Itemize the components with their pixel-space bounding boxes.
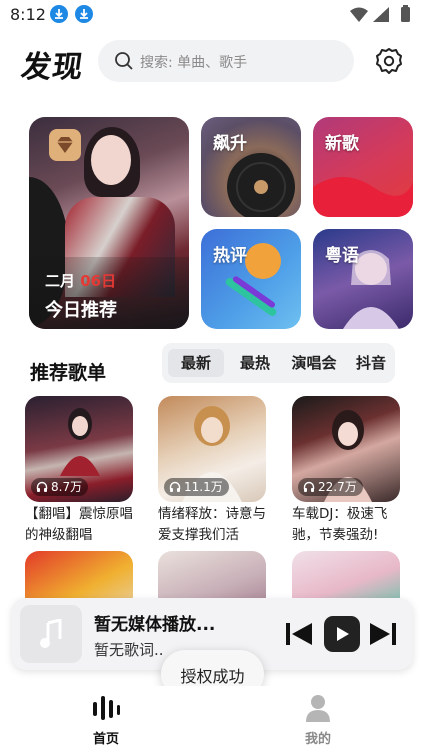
- download-notification-icon: [50, 5, 68, 23]
- nav-label: 我的: [304, 732, 331, 747]
- playlist-card[interactable]: 22.7万 车载DJ：极速飞驰，节奏强劲!: [292, 396, 400, 546]
- toast-text: 授权成功: [180, 667, 245, 686]
- headphones-icon: [169, 481, 181, 492]
- next-track-icon[interactable]: [368, 620, 398, 648]
- playlist-cover: 11.1万: [158, 396, 266, 502]
- nav-home[interactable]: 首页: [66, 690, 146, 750]
- tile-new-songs[interactable]: 新歌: [313, 117, 413, 217]
- download-notification-icon: [75, 5, 93, 23]
- person-icon: [306, 695, 330, 722]
- system-status-icons: [350, 5, 410, 22]
- tab-latest[interactable]: 最新: [168, 349, 224, 377]
- date-day: 06日: [80, 272, 117, 290]
- artist-photo-face: [91, 135, 131, 185]
- header: 发现 搜索: 单曲、歌手: [0, 38, 425, 85]
- play-count: 8.7万: [51, 480, 83, 494]
- tile-label: 粤语: [325, 246, 359, 266]
- search-input[interactable]: 搜索: 单曲、歌手: [98, 40, 354, 82]
- date-month: 二月: [45, 272, 76, 290]
- previous-track-icon[interactable]: [284, 620, 314, 648]
- daily-date: 二月 06日: [45, 270, 116, 291]
- play-icon: [337, 627, 349, 641]
- playlist-cover: 8.7万: [25, 396, 133, 502]
- search-icon: [115, 52, 133, 70]
- playlist-cover: 22.7万: [292, 396, 400, 502]
- tile-label: 新歌: [325, 134, 359, 154]
- tile-rising-chart[interactable]: 飙升: [201, 117, 301, 217]
- playlist-title: 车载DJ：极速飞驰，节奏强劲!: [292, 506, 388, 543]
- music-note-icon: [40, 619, 62, 648]
- tile-cantonese[interactable]: 粤语: [313, 229, 413, 329]
- album-art-placeholder: [20, 605, 82, 663]
- playlist-title: 情绪释放：诗意与爱支撑我们活: [158, 506, 266, 543]
- tile-label: 飙升: [213, 134, 247, 154]
- daily-recommend-card[interactable]: 二月 06日 今日推荐: [29, 117, 189, 329]
- settings-gear-icon[interactable]: [374, 46, 404, 76]
- player-lyrics: 暂无歌词..: [94, 641, 164, 659]
- headphones-icon: [303, 481, 315, 492]
- play-count-badge: 8.7万: [31, 478, 89, 496]
- search-placeholder: 搜索: 单曲、歌手: [140, 55, 248, 71]
- tile-hot-comments[interactable]: 热评: [201, 229, 301, 329]
- playlist-card[interactable]: 8.7万 【翻唱】震惊原唱的神级翻唱: [25, 396, 133, 546]
- nav-label: 首页: [92, 732, 119, 747]
- status-time: 8:12: [10, 5, 46, 24]
- playlist-card[interactable]: [158, 551, 266, 611]
- status-bar: 8:12: [0, 0, 425, 30]
- daily-recommend-title: 今日推荐: [45, 300, 117, 321]
- page-title: 发现: [19, 50, 86, 85]
- tab-hottest[interactable]: 最热: [228, 349, 282, 377]
- nav-profile[interactable]: 我的: [278, 690, 358, 750]
- play-count: 11.1万: [184, 480, 223, 494]
- player-track-title: 暂无媒体播放...: [94, 615, 216, 635]
- tab-concert[interactable]: 演唱会: [286, 349, 342, 377]
- play-count-badge: 11.1万: [164, 478, 229, 496]
- headphones-icon: [36, 481, 48, 492]
- playlist-title: 【翻唱】震惊原唱的神级翻唱: [25, 506, 133, 543]
- playlist-filter-tabs: 最新 最热 演唱会 抖音: [162, 343, 395, 383]
- play-count-badge: 22.7万: [298, 478, 363, 496]
- wave-graphic: [313, 177, 413, 217]
- playlist-card[interactable]: 11.1万 情绪释放：诗意与爱支撑我们活: [158, 396, 266, 546]
- vip-diamond-icon: [49, 129, 81, 161]
- play-count: 22.7万: [318, 480, 357, 494]
- playlist-card[interactable]: [292, 551, 400, 611]
- bottom-navigation: 首页 我的: [0, 686, 425, 756]
- playlist-card[interactable]: [25, 551, 133, 611]
- recommend-section-header: 推荐歌单 最新 最热 演唱会 抖音: [0, 343, 425, 385]
- singer-photo: [60, 408, 100, 476]
- play-button[interactable]: [324, 616, 360, 652]
- tab-douyin[interactable]: 抖音: [348, 349, 394, 377]
- tile-label: 热评: [213, 246, 247, 266]
- sound-bars-icon: [93, 696, 120, 720]
- section-title: 推荐歌单: [30, 362, 107, 384]
